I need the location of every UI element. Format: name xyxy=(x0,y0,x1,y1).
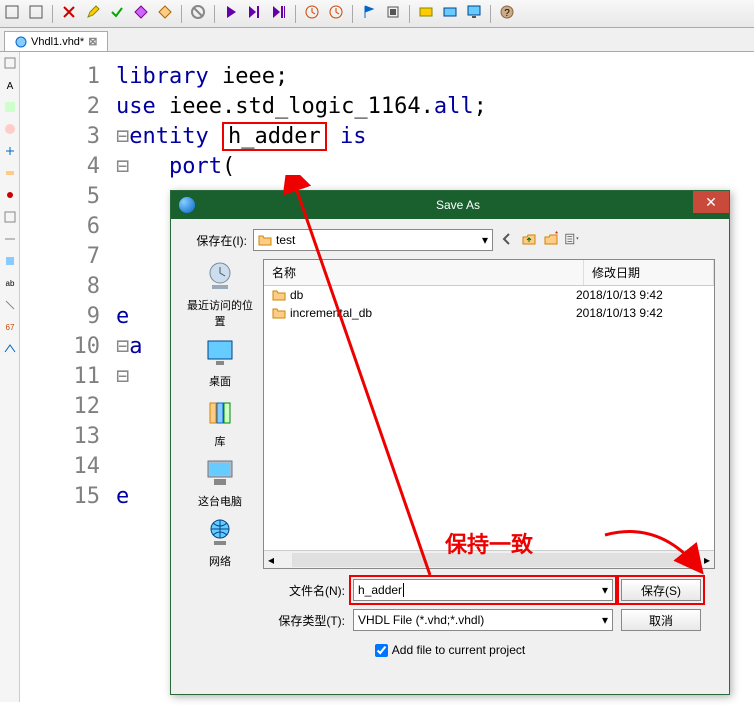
play-step-icon[interactable] xyxy=(271,4,287,23)
check-icon[interactable] xyxy=(109,4,125,23)
svg-text:ab: ab xyxy=(5,279,14,288)
place-recent[interactable]: 最近访问的位置 xyxy=(185,259,255,329)
dropdown-arrow-icon: ▾ xyxy=(602,613,608,627)
annotation-text: 保持一致 xyxy=(445,527,533,559)
filetype-dropdown[interactable]: VHDL File (*.vhd;*.vhdl) ▾ xyxy=(353,609,613,631)
file-row[interactable]: incremental_db 2018/10/13 9:42 xyxy=(264,304,714,322)
gutter-icon[interactable] xyxy=(3,254,17,268)
gutter-icon[interactable]: A xyxy=(3,78,17,92)
clock-icon[interactable] xyxy=(304,4,320,23)
play-icon[interactable] xyxy=(223,4,239,23)
gutter-icon[interactable] xyxy=(3,166,17,180)
up-folder-icon[interactable] xyxy=(521,231,537,250)
vhdl-file-icon xyxy=(15,36,27,48)
tab-bar: Vhdl1.vhd* ⊠ xyxy=(0,28,754,52)
clock-icon[interactable] xyxy=(328,4,344,23)
save-as-dialog: Save As ✕ 保存在(I): test ▾ * 最近访问的位置 xyxy=(170,190,730,695)
save-in-dropdown[interactable]: test ▾ xyxy=(253,229,493,251)
monitor-icon[interactable] xyxy=(466,4,482,23)
gutter-icon[interactable] xyxy=(3,56,17,70)
close-tab-icon[interactable]: ⊠ xyxy=(88,35,97,48)
gutter-icon[interactable] xyxy=(3,122,17,136)
folder-icon xyxy=(272,289,286,301)
save-in-label: 保存在(I): xyxy=(185,232,247,249)
tool-icon[interactable] xyxy=(442,4,458,23)
dropdown-arrow-icon: ▾ xyxy=(482,233,488,247)
dialog-titlebar[interactable]: Save As ✕ xyxy=(171,191,729,219)
globe-icon xyxy=(179,197,195,213)
cancel-button[interactable]: 取消 xyxy=(621,609,701,631)
file-tab[interactable]: Vhdl1.vhd* ⊠ xyxy=(4,31,108,51)
line-numbers: 1 2 3 4 5 6 7 8 9 10 11 12 13 14 15 xyxy=(20,52,116,702)
stop-icon[interactable] xyxy=(190,4,206,23)
back-icon[interactable] xyxy=(499,231,515,250)
new-folder-icon[interactable]: * xyxy=(543,231,559,250)
gutter-icon[interactable] xyxy=(3,210,17,224)
filename-label: 文件名(N): xyxy=(269,582,345,599)
tool-icon[interactable] xyxy=(418,4,434,23)
folder-icon xyxy=(258,234,272,246)
gutter-icon[interactable] xyxy=(3,188,17,202)
filetype-label: 保存类型(T): xyxy=(269,612,345,629)
help-icon[interactable]: ? xyxy=(499,4,515,23)
flag-icon[interactable] xyxy=(361,4,377,23)
folder-icon xyxy=(272,307,286,319)
gutter-icon[interactable] xyxy=(3,144,17,158)
file-rows[interactable]: db 2018/10/13 9:42 incremental_db 2018/1… xyxy=(264,286,714,550)
checkbox-label: Add file to current project xyxy=(392,643,525,657)
svg-text:A: A xyxy=(6,81,13,92)
play-step-icon[interactable] xyxy=(247,4,263,23)
svg-text:?: ? xyxy=(504,8,510,19)
delete-icon[interactable] xyxy=(61,4,77,23)
tab-label: Vhdl1.vhd* xyxy=(31,36,84,48)
places-bar: 最近访问的位置 桌面 库 这台电脑 网络 xyxy=(185,259,255,569)
chip-icon[interactable] xyxy=(385,4,401,23)
close-button[interactable]: ✕ xyxy=(693,191,729,213)
place-computer[interactable]: 这台电脑 xyxy=(198,455,242,509)
svg-text:*: * xyxy=(555,231,558,239)
col-name[interactable]: 名称 xyxy=(264,260,584,285)
gutter-icon[interactable] xyxy=(3,232,17,246)
save-button[interactable]: 保存(S) xyxy=(621,579,701,601)
place-desktop[interactable]: 桌面 xyxy=(202,335,238,389)
dialog-nav-icons: * xyxy=(499,231,581,250)
gutter-icon[interactable]: 67 xyxy=(3,320,17,334)
place-libraries[interactable]: 库 xyxy=(202,395,238,449)
file-row[interactable]: db 2018/10/13 9:42 xyxy=(264,286,714,304)
place-network[interactable]: 网络 xyxy=(202,515,238,569)
col-date[interactable]: 修改日期 xyxy=(584,260,714,285)
filename-input[interactable]: h_adder ▾ xyxy=(353,579,613,601)
entity-name-highlight: h_adder xyxy=(222,122,327,151)
scroll-left-icon[interactable]: ◂ xyxy=(264,553,278,567)
dropdown-arrow-icon: ▾ xyxy=(602,583,608,597)
gutter-icon[interactable] xyxy=(3,342,17,356)
gutter-icon[interactable] xyxy=(3,298,17,312)
edit-icon[interactable] xyxy=(85,4,101,23)
diamond-icon[interactable] xyxy=(157,4,173,23)
scroll-right-icon[interactable]: ▸ xyxy=(700,553,714,567)
gutter-icon[interactable] xyxy=(3,100,17,114)
gutter-icon[interactable]: ab xyxy=(3,276,17,290)
file-list-header: 名称 修改日期 xyxy=(264,260,714,286)
add-to-project-checkbox[interactable] xyxy=(375,644,388,657)
main-toolbar: ? xyxy=(0,0,754,28)
svg-text:67: 67 xyxy=(5,323,14,332)
tool-icon[interactable] xyxy=(28,4,44,23)
file-list: 名称 修改日期 db 2018/10/13 9:42 incremental_d… xyxy=(263,259,715,569)
view-menu-icon[interactable] xyxy=(565,231,581,250)
diamond-icon[interactable] xyxy=(133,4,149,23)
editor-gutter: A ab 67 xyxy=(0,52,20,702)
tool-icon[interactable] xyxy=(4,4,20,23)
dialog-title: Save As xyxy=(195,198,721,212)
